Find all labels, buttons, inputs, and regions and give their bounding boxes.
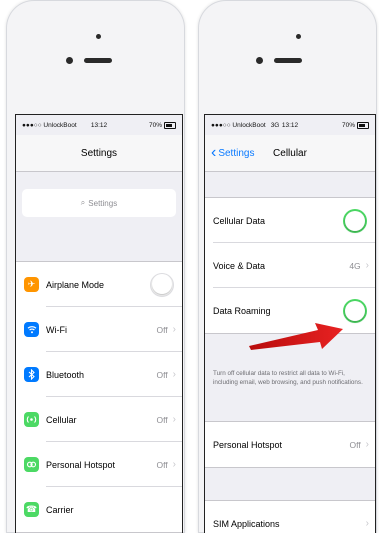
cellular-screen: ●●●○○ UnlockBoot 3G 13:12 70% ‹ Settings… bbox=[204, 114, 376, 533]
chevron-right-icon: › bbox=[172, 324, 176, 335]
battery-icon bbox=[357, 121, 369, 129]
chevron-right-icon: › bbox=[365, 439, 369, 450]
chevron-right-icon: › bbox=[172, 414, 176, 425]
toggle-knob bbox=[345, 300, 365, 321]
page-title: Cellular bbox=[273, 147, 307, 159]
page-title: Settings bbox=[80, 147, 118, 159]
value-text: Off bbox=[156, 369, 168, 380]
sim-applications-row[interactable]: SIM Applications › bbox=[205, 501, 375, 533]
front-camera bbox=[256, 57, 263, 64]
toggle-knob bbox=[345, 210, 365, 231]
chevron-right-icon: › bbox=[172, 369, 176, 380]
cellular-data-row: Cellular Data bbox=[205, 198, 375, 243]
phone-icon: ☎ bbox=[24, 502, 39, 517]
hotspot-group: Personal Hotspot Off › bbox=[205, 421, 375, 468]
data-roaming-row: Data Roaming bbox=[205, 288, 375, 333]
value-text: Off bbox=[156, 414, 168, 425]
row-label: Personal Hotspot bbox=[46, 459, 116, 470]
status-bar: ●●●○○ UnlockBoot 3G 13:12 70% bbox=[205, 115, 375, 135]
navigation-bar: ‹ Settings Cellular bbox=[205, 135, 375, 172]
wifi-value: Off › bbox=[156, 324, 176, 335]
voice-data-row[interactable]: Voice & Data 4G › bbox=[205, 243, 375, 288]
front-camera bbox=[66, 57, 73, 64]
data-roaming-toggle[interactable] bbox=[343, 298, 367, 323]
cellular-settings-group: Cellular Data Voice & Data 4G › Data Roam… bbox=[205, 197, 375, 334]
voice-data-value: 4G › bbox=[349, 260, 369, 271]
wifi-icon bbox=[24, 322, 39, 337]
personal-hotspot-row[interactable]: Personal Hotspot Off › bbox=[16, 442, 182, 487]
row-label: SIM Applications bbox=[213, 518, 280, 529]
status-bar: ●●●○○ UnlockBoot 13:12 70% bbox=[16, 115, 182, 135]
right-phone: ●●●○○ UnlockBoot 3G 13:12 70% ‹ Settings… bbox=[198, 0, 377, 533]
chevron-right-icon: › bbox=[172, 459, 176, 470]
value-text: Off bbox=[156, 459, 168, 470]
row-label: Data Roaming bbox=[213, 305, 271, 316]
value-text: 4G bbox=[349, 260, 361, 271]
chevron-right-icon: › bbox=[365, 260, 369, 271]
settings-screen: ●●●○○ UnlockBoot 13:12 70% Settings ⌕ Se… bbox=[15, 114, 183, 533]
cellular-data-footnote: Turn off cellular data to restrict all d… bbox=[213, 370, 363, 387]
battery-icon bbox=[164, 121, 176, 129]
search-field[interactable]: ⌕ Settings bbox=[22, 189, 176, 217]
row-label: Personal Hotspot bbox=[213, 439, 283, 450]
row-label: Voice & Data bbox=[213, 260, 266, 271]
row-label: Carrier bbox=[46, 504, 74, 515]
left-phone: ●●●○○ UnlockBoot 13:12 70% Settings ⌕ Se… bbox=[6, 0, 185, 533]
search-placeholder: Settings bbox=[88, 198, 118, 208]
camera-dot bbox=[96, 34, 101, 39]
row-label: Bluetooth bbox=[46, 369, 85, 380]
hotspot-value: Off › bbox=[156, 459, 176, 470]
row-label: Wi-Fi bbox=[46, 324, 67, 335]
row-label: Cellular bbox=[46, 414, 77, 425]
airplane-mode-toggle[interactable] bbox=[150, 272, 174, 297]
personal-hotspot-row[interactable]: Personal Hotspot Off › bbox=[205, 422, 375, 467]
search-icon: ⌕ bbox=[80, 198, 86, 207]
toggle-knob bbox=[152, 274, 172, 294]
carrier-row[interactable]: ☎ Carrier bbox=[16, 487, 182, 532]
row-label: Cellular Data bbox=[213, 215, 266, 226]
chevron-left-icon: ‹ bbox=[211, 144, 217, 161]
cellular-icon bbox=[24, 412, 39, 427]
row-label: Airplane Mode bbox=[46, 279, 105, 290]
bluetooth-icon bbox=[24, 367, 39, 382]
back-button[interactable]: ‹ Settings bbox=[211, 135, 254, 171]
airplane-icon: ✈ bbox=[24, 277, 39, 292]
hotspot-icon bbox=[24, 457, 39, 472]
sim-applications-chevron: › bbox=[366, 518, 369, 529]
navigation-bar: Settings bbox=[16, 135, 182, 172]
status-time: 13:12 bbox=[281, 121, 299, 129]
back-label: Settings bbox=[218, 147, 255, 159]
cellular-row[interactable]: Cellular Off › bbox=[16, 397, 182, 442]
cellular-value: Off › bbox=[156, 414, 176, 425]
hotspot-value: Off › bbox=[349, 439, 369, 450]
bluetooth-value: Off › bbox=[156, 369, 176, 380]
wifi-row[interactable]: Wi-Fi Off › bbox=[16, 307, 182, 352]
settings-list: ✈ Airplane Mode Wi-Fi Off › Bluetooth Off… bbox=[16, 261, 182, 533]
earpiece-speaker bbox=[84, 58, 112, 63]
earpiece-speaker bbox=[274, 58, 302, 63]
sim-group: SIM Applications › bbox=[205, 500, 375, 533]
chevron-right-icon: › bbox=[365, 518, 369, 529]
cellular-data-toggle[interactable] bbox=[343, 208, 367, 233]
status-time: 13:12 bbox=[90, 121, 108, 129]
bluetooth-row[interactable]: Bluetooth Off › bbox=[16, 352, 182, 397]
value-text: Off bbox=[156, 324, 168, 335]
camera-dot bbox=[296, 34, 301, 39]
value-text: Off bbox=[349, 439, 361, 450]
airplane-mode-row[interactable]: ✈ Airplane Mode bbox=[16, 262, 182, 307]
